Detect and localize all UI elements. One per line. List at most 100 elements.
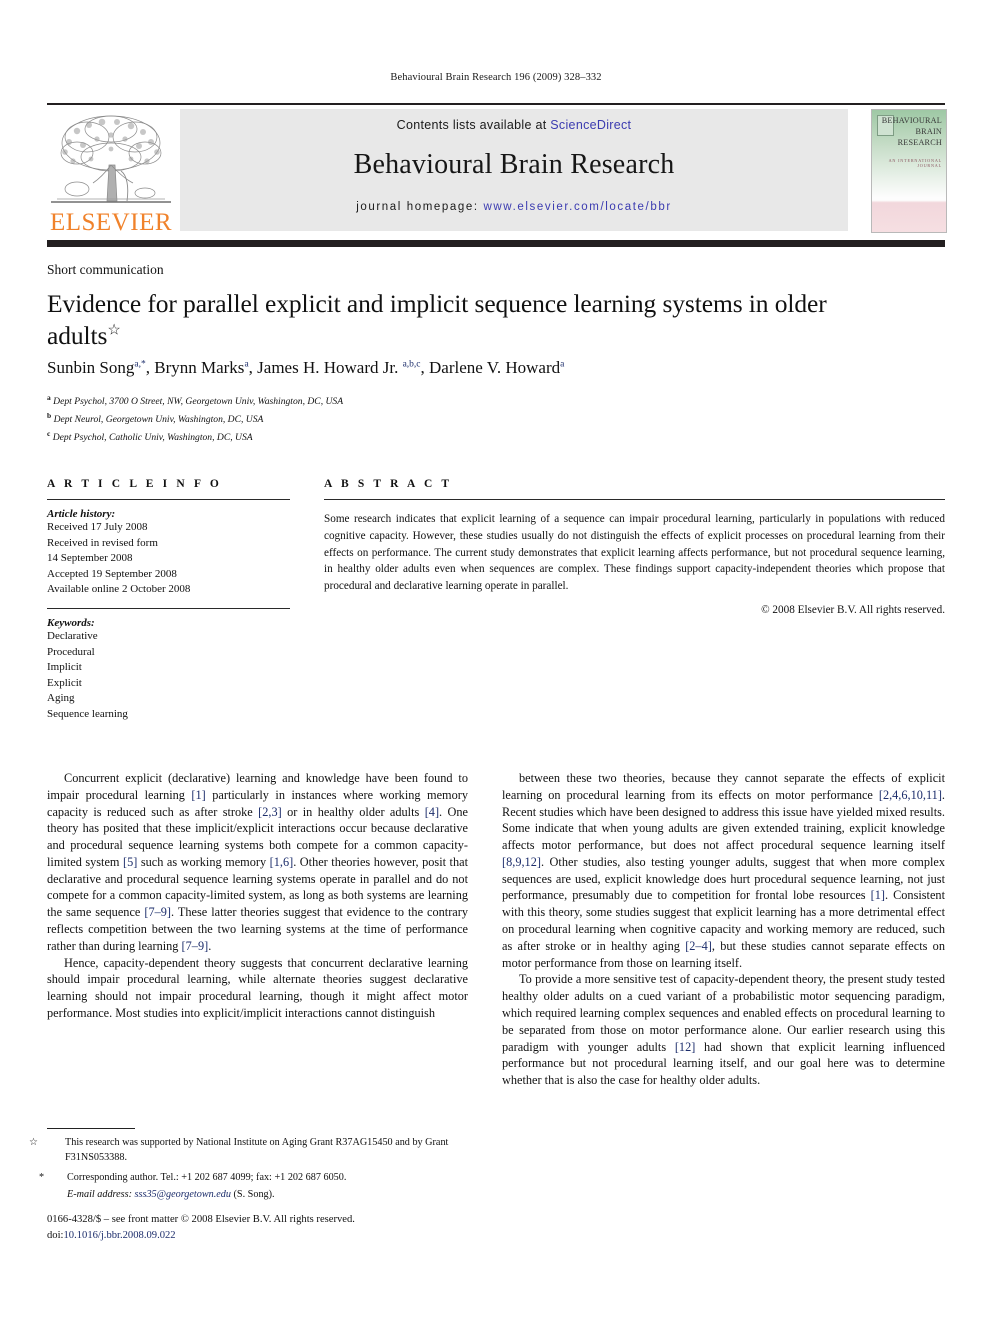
abstract-copyright: © 2008 Elsevier B.V. All rights reserved… bbox=[761, 603, 945, 616]
keyword-item: Explicit bbox=[47, 676, 82, 689]
masthead-top-rule bbox=[47, 103, 945, 105]
citation-reference[interactable]: [7–9] bbox=[182, 939, 209, 953]
citation-reference[interactable]: [7–9] bbox=[144, 905, 171, 919]
affiliation-item: a Dept Psychol, 3700 O Street, NW, Georg… bbox=[47, 392, 647, 410]
paper-page: Behavioural Brain Research 196 (2009) 32… bbox=[0, 0, 992, 1323]
abstract-column: A B S T R A C T Some research indicates … bbox=[324, 478, 945, 616]
citation-reference[interactable]: [5] bbox=[123, 855, 137, 869]
elsevier-logo: ELSEVIER bbox=[47, 109, 175, 239]
article-history-label: Article history: bbox=[47, 508, 116, 520]
cover-title-line-2: BRAIN bbox=[915, 126, 942, 136]
email-link[interactable]: sss35@georgetown.edu bbox=[135, 1189, 231, 1200]
page-footer: 0166-4328/$ – see front matter © 2008 El… bbox=[47, 1212, 567, 1244]
citation-reference[interactable]: [4] bbox=[425, 805, 439, 819]
author-name: Brynn Marks bbox=[154, 358, 245, 377]
author-name: Darlene V. Howard bbox=[429, 358, 561, 377]
affiliation-marker: a bbox=[47, 393, 51, 402]
citation-reference[interactable]: [1,6] bbox=[270, 855, 294, 869]
elsevier-wordmark: ELSEVIER bbox=[49, 209, 173, 236]
citation-reference[interactable]: [2,4,6,10,11] bbox=[879, 788, 942, 802]
article-title-text: Evidence for parallel explicit and impli… bbox=[47, 289, 827, 351]
body-paragraph: Concurrent explicit (declarative) learni… bbox=[47, 771, 468, 953]
footnote-grant-text: This research was supported by National … bbox=[65, 1137, 449, 1163]
contents-available-line: Contents lists available at ScienceDirec… bbox=[180, 118, 848, 132]
article-history-item: Available online 2 October 2008 bbox=[47, 583, 191, 596]
sciencedirect-link[interactable]: ScienceDirect bbox=[550, 118, 631, 132]
author-name: Sunbin Song bbox=[47, 358, 135, 377]
affiliation-text: Dept Psychol, 3700 O Street, NW, Georget… bbox=[53, 396, 344, 408]
doi-line: doi:10.1016/j.bbr.2008.09.022 bbox=[47, 1228, 567, 1244]
keywords-label: Keywords: bbox=[47, 617, 95, 630]
keyword-item: Procedural bbox=[47, 645, 95, 658]
abstract-text: Some research indicates that explicit le… bbox=[324, 513, 945, 593]
footnote-rule bbox=[47, 1128, 135, 1129]
body-column-left: Concurrent explicit (declarative) learni… bbox=[47, 770, 468, 1022]
body-column-right: between these two theories, because they… bbox=[502, 770, 945, 1089]
citation-reference[interactable]: [8,9,12] bbox=[502, 855, 541, 869]
issn-line: 0166-4328/$ – see front matter © 2008 El… bbox=[47, 1214, 355, 1225]
journal-cover-thumbnail: BEHAVIOURAL BRAIN RESEARCH AN INTERNATIO… bbox=[871, 109, 947, 233]
journal-masthead: ELSEVIER Contents lists available at Sci… bbox=[47, 103, 947, 239]
article-history-item: Received in revised form bbox=[47, 536, 158, 549]
cover-title-line-3: RESEARCH bbox=[897, 137, 942, 147]
keyword-item: Aging bbox=[47, 692, 75, 705]
keywords-divider bbox=[47, 608, 290, 610]
contents-prefix: Contents lists available at bbox=[396, 118, 551, 132]
footnote-email-line: E-mail address: sss35@georgetown.edu (S.… bbox=[47, 1188, 477, 1203]
body-paragraph: Hence, capacity-dependent theory suggest… bbox=[47, 955, 468, 1020]
author-affil-marker: a bbox=[560, 359, 565, 370]
running-head: Behavioural Brain Research 196 (2009) 32… bbox=[390, 72, 602, 83]
keyword-item: Declarative bbox=[47, 630, 98, 643]
citation-reference[interactable]: [2–4] bbox=[685, 939, 712, 953]
affiliation-item: c Dept Psychol, Catholic Univ, Washingto… bbox=[47, 428, 647, 446]
journal-homepage-line: journal homepage: www.elsevier.com/locat… bbox=[180, 201, 848, 213]
title-footnote-marker: ☆ bbox=[107, 322, 121, 339]
affiliation-marker: c bbox=[47, 429, 51, 439]
cover-title: BEHAVIOURAL BRAIN RESEARCH bbox=[876, 116, 942, 148]
keyword-item: Implicit bbox=[47, 661, 82, 674]
article-info-divider bbox=[47, 499, 290, 500]
cover-title-line-1: BEHAVIOURAL bbox=[881, 116, 942, 125]
keyword-item: Sequence learning bbox=[47, 708, 128, 721]
masthead-grey-band: Contents lists available at ScienceDirec… bbox=[180, 109, 848, 231]
author-name: James H. Howard Jr. bbox=[257, 358, 399, 377]
body-paragraph: To provide a more sensitive test of capa… bbox=[502, 972, 945, 1088]
footnote-corresponding-text: Corresponding author. Tel.: +1 202 687 4… bbox=[67, 1172, 347, 1184]
footnote-grant: ☆ This research was supported by National… bbox=[29, 1136, 477, 1165]
footnote-marker: ☆ bbox=[29, 1137, 39, 1148]
article-history-item: Accepted 19 September 2008 bbox=[47, 567, 177, 580]
affiliations: a Dept Psychol, 3700 O Street, NW, Georg… bbox=[47, 392, 647, 446]
email-label: E-mail address: bbox=[67, 1189, 132, 1201]
masthead-bottom-rule bbox=[47, 240, 945, 247]
citation-reference[interactable]: [1] bbox=[871, 888, 885, 902]
author-affil-marker: a,* bbox=[134, 359, 146, 370]
footnotes: ☆ This research was supported by National… bbox=[29, 1136, 477, 1203]
email-author: (S. Song). bbox=[233, 1189, 275, 1201]
article-history-item: Received 17 July 2008 bbox=[47, 521, 148, 533]
citation-reference[interactable]: [2,3] bbox=[258, 805, 282, 819]
author-affil-marker: a bbox=[244, 359, 249, 370]
body-paragraph: between these two theories, because they… bbox=[502, 771, 945, 970]
affiliation-text: Dept Psychol, Catholic Univ, Washington,… bbox=[52, 432, 253, 444]
journal-homepage-link[interactable]: www.elsevier.com/locate/bbr bbox=[483, 201, 671, 213]
doi-link[interactable]: 10.1016/j.bbr.2008.09.022 bbox=[63, 1230, 175, 1241]
article-type: Short communication bbox=[47, 262, 164, 277]
affiliation-text: Dept Neurol, Georgetown Univ, Washington… bbox=[53, 414, 264, 426]
abstract-divider bbox=[324, 499, 945, 500]
article-history-item: 14 September 2008 bbox=[47, 552, 133, 565]
footnote-corresponding: * Corresponding author. Tel.: +1 202 687 … bbox=[39, 1171, 477, 1186]
affiliation-item: b Dept Neurol, Georgetown Univ, Washingt… bbox=[47, 410, 647, 428]
citation-reference[interactable]: [1] bbox=[191, 788, 205, 802]
doi-label: doi: bbox=[47, 1229, 64, 1241]
author-list: Sunbin Songa,*, Brynn Marksa, James H. H… bbox=[47, 358, 565, 377]
citation-reference[interactable]: [12] bbox=[675, 1040, 696, 1054]
homepage-prefix: journal homepage: bbox=[356, 201, 484, 213]
affiliation-marker: b bbox=[47, 411, 52, 421]
cover-subtitle: AN INTERNATIONAL JOURNAL bbox=[888, 158, 942, 168]
journal-title: Behavioural Brain Research bbox=[353, 149, 675, 180]
page-title: Evidence for parallel explicit and impli… bbox=[47, 288, 837, 352]
elsevier-tree-icon bbox=[51, 115, 171, 203]
footnote-marker: * bbox=[39, 1172, 45, 1184]
article-info-heading: A R T I C L E I N F O bbox=[47, 478, 222, 490]
author-affil-marker: a,b,c bbox=[402, 359, 421, 370]
